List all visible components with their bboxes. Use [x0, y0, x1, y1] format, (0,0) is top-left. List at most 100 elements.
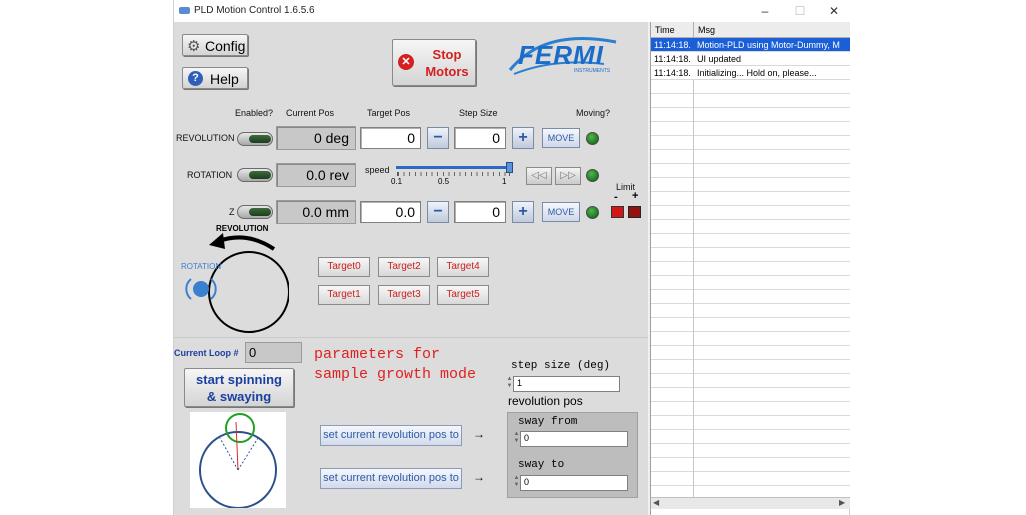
scroll-left-icon[interactable]: ◀	[653, 498, 659, 507]
rotation-arrow-left-icon	[185, 278, 192, 300]
start-spinning-button[interactable]: start spinning & swaying	[184, 368, 294, 407]
z-plus-button[interactable]: +	[512, 201, 534, 223]
rotation-cw-button[interactable]: ▷▷	[555, 167, 581, 185]
config-label: Config	[205, 38, 246, 54]
fermi-logo: FERMI INSTRUMENTS	[504, 30, 624, 80]
minimize-button[interactable]: –	[751, 2, 779, 20]
motors-label: Motors	[425, 64, 469, 79]
revolution-arrow-icon	[218, 235, 276, 251]
revolution-current-pos: 0 deg	[276, 126, 356, 150]
stop-label: Stop	[432, 47, 462, 62]
log-body: 11:14:18. Motion-PLD using Motor-Dummy, M…	[651, 38, 850, 497]
rotation-dot-icon	[193, 281, 209, 297]
logo-text: FERMI	[518, 40, 604, 70]
log-row[interactable]: 11:14:18. UI updated	[651, 52, 850, 66]
target0-button[interactable]: Target0	[318, 257, 370, 277]
swaying-label: & swaying	[206, 389, 272, 404]
speed-slider[interactable]: 0.1 0.5 1	[391, 162, 514, 190]
log-row[interactable]: 11:14:18. Motion-PLD using Motor-Dummy, M	[651, 38, 850, 52]
revolution-plus-button[interactable]: +	[512, 127, 534, 149]
sway-to-spinner[interactable]: ▲ ▼	[513, 475, 520, 490]
log-time-cell: 11:14:18.	[654, 68, 691, 78]
current-loop-value: 0	[245, 342, 302, 363]
current-loop-label: Current Loop #	[174, 348, 239, 358]
help-icon: ?	[188, 71, 203, 86]
rotation-ccw-button[interactable]: ◁◁	[526, 167, 552, 185]
limit-minus-label: -	[614, 191, 618, 203]
sway-center-line	[235, 421, 239, 471]
params-heading-line2: sample growth mode	[314, 366, 477, 383]
revolution-enable-toggle[interactable]	[237, 132, 273, 146]
speed-tick-label: 0.1	[391, 177, 403, 186]
speed-tick-label: 0.5	[438, 177, 450, 186]
log-horizontal-scrollbar[interactable]: ◀ ▶	[651, 497, 850, 509]
log-time-cell: 11:14:18.	[654, 40, 691, 50]
current-pos-header: Current Pos	[286, 108, 335, 118]
motion-diagram	[185, 233, 289, 333]
z-enable-toggle[interactable]	[237, 205, 273, 219]
rotation-enable-toggle[interactable]	[237, 168, 273, 182]
app-window: PLD Motion Control 1.6.5.6 – ☐ ✕ ⚙ Confi…	[173, 0, 851, 515]
sway-diagram	[199, 413, 277, 509]
target4-button[interactable]: Target4	[437, 257, 489, 277]
z-step-input[interactable]: 0	[454, 201, 506, 223]
target5-button[interactable]: Target5	[437, 285, 489, 305]
revolution-target-input[interactable]: 0	[360, 127, 421, 149]
rotation-arrow-right-icon	[210, 278, 217, 300]
window-title: PLD Motion Control 1.6.5.6	[194, 5, 315, 16]
stop-motors-button[interactable]: ✕ Stop Motors	[392, 39, 476, 86]
title-bar: PLD Motion Control 1.6.5.6 – ☐ ✕	[174, 0, 851, 22]
revolution-step-input[interactable]: 0	[454, 127, 506, 149]
growth-mode-panel: Current Loop # 0 start spinning & swayin…	[174, 337, 648, 515]
revolution-minus-button[interactable]: −	[427, 127, 449, 149]
sway-from-spinner[interactable]: ▲ ▼	[513, 431, 520, 446]
limit-plus-label: +	[632, 190, 639, 202]
z-current-pos: 0.0 mm	[276, 200, 356, 224]
log-column-divider	[693, 38, 694, 497]
log-msg-cell: UI updated	[697, 54, 742, 64]
z-minus-button[interactable]: −	[427, 201, 449, 223]
speed-label: speed	[365, 165, 390, 175]
log-msg-cell: Initializing... Hold on, please...	[697, 68, 817, 78]
scroll-right-icon[interactable]: ▶	[839, 498, 845, 507]
target2-button[interactable]: Target2	[378, 257, 430, 277]
message-log[interactable]: Time Msg 11:14:18. Motion-PLD using Motor…	[650, 22, 850, 515]
start-spinning-label: start spinning	[196, 372, 282, 387]
stop-icon: ✕	[398, 54, 414, 70]
config-button[interactable]: ⚙ Config	[182, 34, 248, 56]
speed-tick-label: 1	[502, 177, 507, 186]
params-heading-line1: parameters for	[314, 346, 441, 363]
help-button[interactable]: ? Help	[182, 67, 248, 89]
step-size-spinner[interactable]: ▲ ▼	[506, 376, 513, 391]
revolution-pos-label: revolution pos	[508, 394, 583, 408]
sway-from-input[interactable]: 0	[520, 431, 628, 447]
step-size-deg-input[interactable]: 1	[513, 376, 620, 392]
diagram-rotation-label: ROTATION	[181, 262, 222, 271]
target3-button[interactable]: Target3	[378, 285, 430, 305]
sway-left-line	[219, 437, 239, 471]
sway-diagram-box	[190, 412, 286, 509]
maximize-button[interactable]: ☐	[786, 2, 814, 20]
z-move-button[interactable]: MOVE	[542, 202, 580, 222]
log-row[interactable]: 11:14:18. Initializing... Hold on, please…	[651, 66, 850, 80]
revolution-move-button[interactable]: MOVE	[542, 128, 580, 148]
arrow-right-icon: →	[473, 470, 485, 484]
limit-minus-indicator	[611, 206, 624, 218]
close-button[interactable]: ✕	[820, 2, 848, 20]
log-header: Time Msg	[651, 22, 850, 38]
z-axis-label: Z	[229, 207, 235, 217]
speed-slider-fill	[396, 166, 509, 169]
log-msg-header: Msg	[693, 22, 715, 38]
z-target-input[interactable]: 0.0	[360, 201, 421, 223]
target1-button[interactable]: Target1	[318, 285, 370, 305]
help-label: Help	[210, 71, 239, 87]
target-pos-header: Target Pos	[367, 108, 411, 118]
app-icon	[179, 7, 190, 14]
revolution-arrowhead-icon	[209, 233, 225, 249]
sway-sample-circle	[225, 413, 255, 443]
set-sway-to-button[interactable]: set current revolution pos to	[320, 468, 462, 489]
limit-plus-indicator	[628, 206, 641, 218]
enabled-header: Enabled?	[235, 108, 274, 118]
sway-to-input[interactable]: 0	[520, 475, 628, 491]
set-sway-from-button[interactable]: set current revolution pos to	[320, 425, 462, 446]
